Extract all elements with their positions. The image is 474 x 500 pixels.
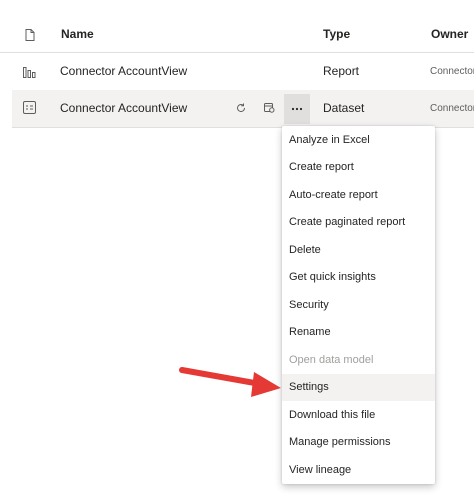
menu-item-view-lineage[interactable]: View lineage	[282, 457, 435, 484]
menu-item-rename[interactable]: Rename	[282, 319, 435, 346]
schedule-refresh-icon[interactable]	[260, 99, 278, 117]
table-row[interactable]: Connector AccountView Dataset Connector	[12, 90, 474, 128]
menu-item-analyze-in-excel[interactable]: Analyze in Excel	[282, 127, 435, 154]
column-header-type[interactable]: Type	[323, 27, 350, 41]
table-row[interactable]: Connector AccountView Report Connector	[12, 53, 474, 91]
menu-item-create-report[interactable]: Create report	[282, 154, 435, 181]
item-owner: Connector	[430, 66, 474, 77]
file-type-icon	[25, 28, 35, 46]
menu-item-settings[interactable]: Settings	[282, 374, 435, 401]
menu-item-security[interactable]: Security	[282, 292, 435, 319]
menu-item-open-data-model: Open data model	[289, 354, 374, 366]
report-bar-chart-icon	[23, 65, 37, 83]
item-name[interactable]: Connector AccountView	[60, 64, 187, 78]
item-name[interactable]: Connector AccountView	[60, 101, 187, 115]
item-type: Report	[323, 64, 360, 78]
table-header: Name Type Owner	[0, 16, 474, 53]
menu-item-auto-create-report[interactable]: Auto-create report	[282, 182, 435, 209]
context-menu: Analyze in Excel Create report Auto-crea…	[282, 126, 435, 484]
menu-item-get-quick-insights[interactable]: Get quick insights	[282, 264, 435, 291]
item-type: Dataset	[323, 101, 365, 115]
column-header-name[interactable]: Name	[61, 27, 94, 41]
more-options-button[interactable]	[284, 94, 310, 124]
menu-item-delete[interactable]: Delete	[282, 237, 435, 264]
menu-item-download-this-file[interactable]: Download this file	[282, 402, 435, 429]
refresh-icon[interactable]	[232, 99, 250, 117]
menu-item-manage-permissions[interactable]: Manage permissions	[282, 429, 435, 456]
column-header-owner[interactable]: Owner	[431, 27, 468, 41]
dataset-icon	[23, 101, 36, 119]
menu-item-create-paginated-report[interactable]: Create paginated report	[282, 209, 435, 236]
item-owner: Connector	[430, 103, 474, 114]
